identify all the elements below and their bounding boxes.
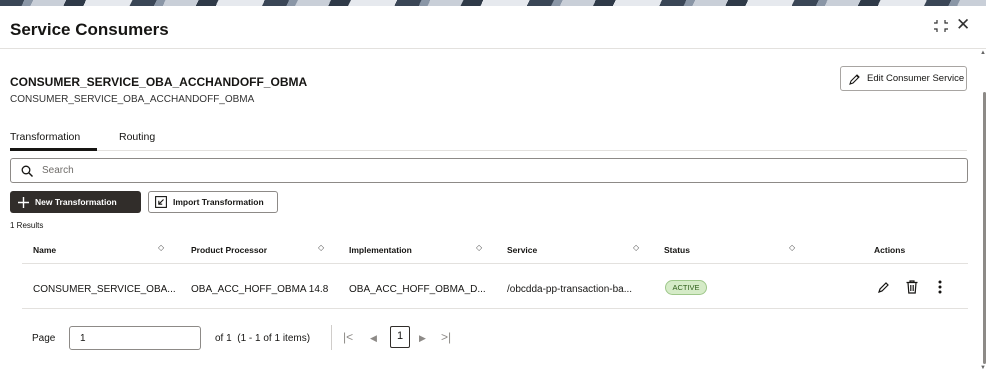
current-page-button[interactable]: 1 bbox=[390, 326, 410, 348]
sort-icon[interactable]: ◇ bbox=[318, 243, 324, 252]
import-icon bbox=[155, 196, 167, 208]
results-count: 1 Results bbox=[10, 221, 44, 230]
consumer-service-name: CONSUMER_SERVICE_OBA_ACCHANDOFF_OBMA bbox=[10, 75, 308, 89]
dialog-title: Service Consumers bbox=[10, 20, 169, 39]
pencil-icon bbox=[849, 73, 860, 85]
last-page-icon[interactable]: >| bbox=[441, 330, 451, 344]
table-header-divider bbox=[22, 263, 968, 264]
new-transformation-button[interactable]: New Transformation bbox=[10, 191, 141, 213]
page-of-text: of 1 bbox=[215, 333, 232, 344]
table-row-divider bbox=[22, 308, 968, 309]
cell-product-processor: OBA_ACC_HOFF_OBMA 14.8 bbox=[191, 284, 329, 295]
search-box[interactable] bbox=[10, 158, 968, 183]
next-page-icon[interactable]: ▶ bbox=[419, 333, 426, 344]
expand-icon[interactable] bbox=[934, 19, 948, 33]
scroll-down-arrow[interactable]: ▼ bbox=[980, 365, 986, 371]
cell-name[interactable]: CONSUMER_SERVICE_OBA... bbox=[33, 284, 176, 295]
search-input[interactable] bbox=[40, 164, 840, 177]
tab-transformation[interactable]: Transformation bbox=[10, 131, 80, 143]
sort-icon[interactable]: ◇ bbox=[633, 243, 639, 252]
search-icon bbox=[21, 165, 33, 177]
column-header-implementation[interactable]: Implementation bbox=[349, 245, 412, 255]
dialog-header: Service Consumers ✕ bbox=[0, 6, 986, 49]
tabs-divider bbox=[10, 150, 967, 151]
tab-routing[interactable]: Routing bbox=[119, 131, 155, 143]
page-label: Page bbox=[32, 333, 56, 344]
column-header-product-processor[interactable]: Product Processor bbox=[191, 245, 267, 255]
cell-implementation: OBA_ACC_HOFF_OBMA_D... bbox=[349, 284, 486, 295]
edit-consumer-service-label: Edit Consumer Service bbox=[867, 73, 965, 84]
service-consumers-dialog: Service Consumers ✕ ▲ ▼ CONSUMER_SERVICE… bbox=[0, 6, 986, 373]
column-header-service[interactable]: Service bbox=[507, 245, 537, 255]
page-range-text: of 1 (1 - 1 of 1 items) bbox=[215, 333, 310, 344]
page-number-input[interactable] bbox=[69, 326, 201, 350]
import-transformation-button[interactable]: Import Transformation bbox=[148, 191, 278, 213]
column-header-status[interactable]: Status bbox=[664, 245, 690, 255]
first-page-icon[interactable]: |< bbox=[343, 330, 353, 344]
column-header-name[interactable]: Name bbox=[33, 245, 56, 255]
edit-icon[interactable] bbox=[878, 281, 890, 293]
active-tab-indicator bbox=[10, 148, 97, 151]
cell-service: /obcdda-pp-transaction-ba... bbox=[507, 284, 633, 295]
delete-icon[interactable] bbox=[906, 280, 918, 294]
column-header-actions: Actions bbox=[874, 245, 906, 255]
close-icon[interactable]: ✕ bbox=[956, 16, 970, 33]
sort-icon[interactable]: ◇ bbox=[158, 243, 164, 252]
plus-icon bbox=[18, 196, 29, 208]
import-transformation-label: Import Transformation bbox=[173, 197, 264, 207]
new-transformation-label: New Transformation bbox=[35, 197, 117, 207]
scroll-up-arrow[interactable]: ▲ bbox=[980, 50, 986, 56]
consumer-service-subtitle: CONSUMER_SERVICE_OBA_ACCHANDOFF_OBMA bbox=[10, 94, 255, 105]
sort-icon[interactable]: ◇ bbox=[789, 243, 795, 252]
edit-consumer-service-button[interactable]: Edit Consumer Service bbox=[840, 66, 967, 91]
pagination-divider bbox=[331, 325, 332, 350]
prev-page-icon[interactable]: ◀ bbox=[370, 333, 377, 344]
more-icon[interactable] bbox=[938, 280, 942, 294]
sort-icon[interactable]: ◇ bbox=[476, 243, 482, 252]
status-badge: ACTIVE bbox=[665, 280, 707, 295]
page-items-text: (1 - 1 of 1 items) bbox=[237, 333, 311, 344]
